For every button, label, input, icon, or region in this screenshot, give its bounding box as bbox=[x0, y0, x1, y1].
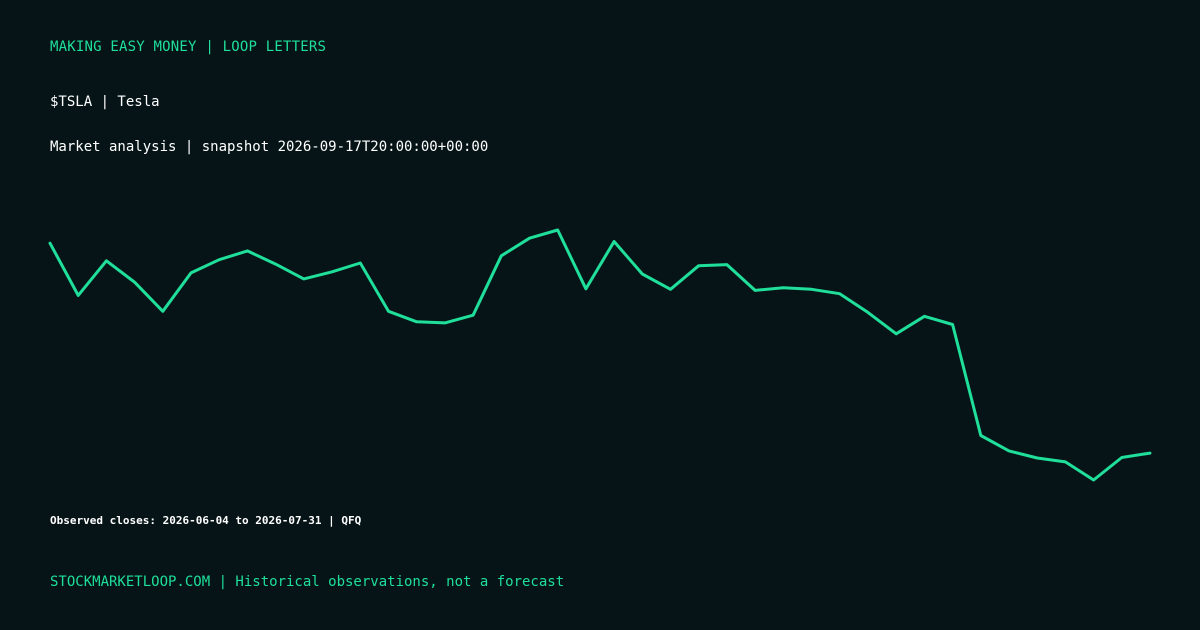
observed-closes-note: Observed closes: 2026-06-04 to 2026-07-3… bbox=[50, 514, 362, 527]
price-line-chart bbox=[48, 228, 1152, 482]
footer-disclaimer: STOCKMARKETLOOP.COM | Historical observa… bbox=[50, 574, 565, 590]
price-series-line bbox=[48, 228, 1152, 482]
chart-plot-area bbox=[48, 228, 1152, 482]
